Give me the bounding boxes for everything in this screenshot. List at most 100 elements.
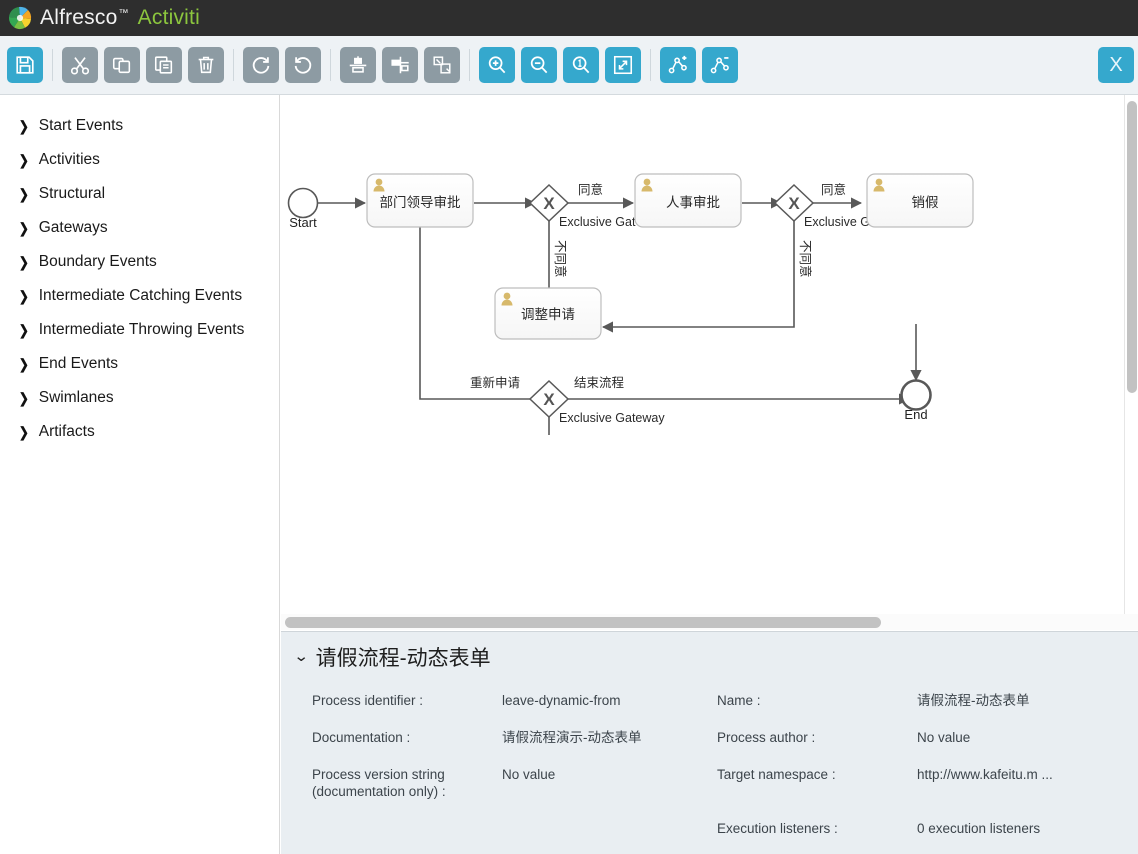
end-event <box>900 379 932 411</box>
paste-button[interactable] <box>146 47 182 83</box>
flow-label-disagree-2: 不同意 <box>798 240 813 278</box>
palette-item-structural[interactable]: ❯ Structural <box>0 177 279 211</box>
palette-item-activities[interactable]: ❯ Activities <box>0 143 279 177</box>
palette-item-label: Intermediate Throwing Events <box>38 321 245 338</box>
save-button[interactable] <box>7 47 43 83</box>
toolbar-separator <box>650 49 651 81</box>
property-value[interactable]: 0 execution listeners <box>917 820 1138 854</box>
palette-item-swimlanes[interactable]: ❯ Swimlanes <box>0 381 279 415</box>
palette-item-label: End Events <box>38 355 119 372</box>
canvas-vertical-scroll-thumb[interactable] <box>1127 101 1137 393</box>
zoom-actual-size-button[interactable] <box>563 47 599 83</box>
palette-item-gateways[interactable]: ❯ Gateways <box>0 211 279 245</box>
palette-item-label: Activities <box>38 151 100 168</box>
zoom-in-button[interactable] <box>479 47 515 83</box>
canvas-vertical-scrollbar[interactable] <box>1124 95 1138 621</box>
flow-label-reapply: 重新申请 <box>470 375 520 390</box>
delete-button[interactable] <box>188 47 224 83</box>
property-value[interactable]: 请假流程-动态表单 <box>917 692 1138 729</box>
task-label: 调整申请 <box>521 307 575 322</box>
chevron-right-icon: ❯ <box>18 152 29 168</box>
copy-button[interactable] <box>104 47 140 83</box>
task-adjust-request: 调整申请 <box>494 287 602 340</box>
zoom-out-button[interactable] <box>521 47 557 83</box>
property-value[interactable]: http://www.kafeitu.m ... <box>917 766 1138 821</box>
task-label: 销假 <box>912 195 940 210</box>
toolbar-separator <box>233 49 234 81</box>
property-value[interactable]: No value <box>502 766 717 821</box>
svg-text:X: X <box>543 390 555 409</box>
zoom-fit-screen-button[interactable] <box>605 47 641 83</box>
palette-item-label: Gateways <box>38 219 108 236</box>
chevron-right-icon: ❯ <box>18 288 29 304</box>
redo-button[interactable] <box>243 47 279 83</box>
align-vertical-button[interactable] <box>340 47 376 83</box>
palette-item-artifacts[interactable]: ❯ Artifacts <box>0 415 279 449</box>
svg-text:X: X <box>788 194 800 213</box>
properties-panel-title: 请假流程-动态表单 <box>315 647 491 670</box>
flow-label-agree-2: 同意 <box>821 182 846 197</box>
chevron-right-icon: ❯ <box>18 356 29 372</box>
chevron-right-icon: ❯ <box>18 220 29 236</box>
align-horizontal-button[interactable] <box>382 47 418 83</box>
palette-item-intermediate-catching-events[interactable]: ❯ Intermediate Catching Events <box>0 279 279 313</box>
app-header: Alfresco ™ Activiti <box>0 0 1138 36</box>
palette-item-label: Start Events <box>38 117 124 134</box>
toolbar-separator <box>52 49 53 81</box>
chevron-right-icon: ❯ <box>18 322 29 338</box>
property-label: Documentation : <box>312 729 411 745</box>
gateway-label: Exclusive Gat <box>559 215 636 229</box>
canvas-horizontal-scrollbar[interactable] <box>281 614 1138 630</box>
bpmn-canvas[interactable]: Start 部门领导审批 X Exclusive Gat 同意 不同意 人事审批 <box>281 95 1138 621</box>
property-value <box>502 820 717 854</box>
brand-alfresco: Alfresco <box>40 6 118 29</box>
canvas-horizontal-scroll-thumb[interactable] <box>285 617 881 628</box>
close-editor-button[interactable]: X <box>1098 47 1134 83</box>
end-event-label: End <box>904 407 927 422</box>
undo-button[interactable] <box>285 47 321 83</box>
toolbar-separator <box>330 49 331 81</box>
editor-toolbar: X <box>0 36 1138 95</box>
gateway-label: Exclusive G <box>804 215 870 229</box>
property-value[interactable]: 请假流程演示-动态表单 <box>502 729 717 766</box>
task-label: 部门领导审批 <box>380 195 461 210</box>
property-value[interactable]: leave-dynamic-from <box>502 692 717 729</box>
chevron-right-icon: ❯ <box>18 118 29 134</box>
chevron-down-icon: ⌄ <box>293 648 310 665</box>
same-size-button[interactable] <box>424 47 460 83</box>
property-label: Process identifier : <box>312 693 424 708</box>
chevron-right-icon: ❯ <box>18 424 29 440</box>
flow-label-disagree-1: 不同意 <box>553 240 568 278</box>
property-label: Name : <box>717 693 761 708</box>
flow-label-end-process: 结束流程 <box>574 375 625 390</box>
palette-item-intermediate-throwing-events[interactable]: ❯ Intermediate Throwing Events <box>0 313 279 347</box>
cut-button[interactable] <box>62 47 98 83</box>
property-label: Process author : <box>717 729 816 745</box>
task-label: 人事审批 <box>666 195 720 210</box>
chevron-right-icon: ❯ <box>18 186 29 202</box>
palette-item-label: Boundary Events <box>38 253 157 270</box>
brand-activiti: Activiti <box>137 6 200 29</box>
property-value[interactable]: No value <box>917 729 1138 766</box>
palette-item-label: Intermediate Catching Events <box>38 287 243 304</box>
properties-panel: ⌄ 请假流程-动态表单 Process identifier : leave-d… <box>281 631 1138 854</box>
property-label <box>312 820 502 854</box>
brand-title: Alfresco ™ Activiti <box>40 6 200 29</box>
svg-text:X: X <box>543 194 555 213</box>
remove-bendpoint-button[interactable] <box>702 47 738 83</box>
palette-item-boundary-events[interactable]: ❯ Boundary Events <box>0 245 279 279</box>
property-label: Process version string (documentation on… <box>312 766 446 800</box>
properties-grid: Process identifier : leave-dynamic-from … <box>281 680 1138 854</box>
palette-item-label: Structural <box>38 185 106 202</box>
add-bendpoint-button[interactable] <box>660 47 696 83</box>
start-event <box>287 187 319 219</box>
properties-panel-header[interactable]: ⌄ 请假流程-动态表单 <box>281 632 1138 680</box>
gateway-label: Exclusive Gateway <box>559 411 665 425</box>
property-label: Target namespace : <box>717 766 836 782</box>
toolbar-separator <box>469 49 470 81</box>
chevron-right-icon: ❯ <box>18 390 29 406</box>
palette-item-label: Artifacts <box>38 423 95 440</box>
palette-item-end-events[interactable]: ❯ End Events <box>0 347 279 381</box>
palette-item-start-events[interactable]: ❯ Start Events <box>0 109 279 143</box>
task-cancel-leave: 销假 <box>866 173 974 228</box>
